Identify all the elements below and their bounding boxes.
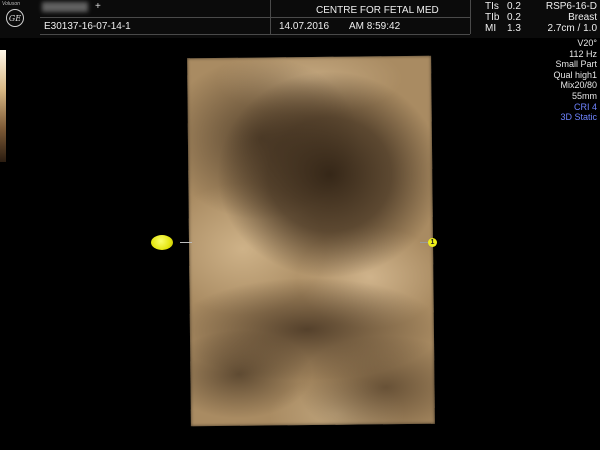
patient-name-redacted	[42, 2, 88, 12]
header-bar: Voluson GE + E30137-16-07-14-1 CENTRE FO…	[0, 0, 600, 38]
numbered-marker-icon[interactable]: 1	[428, 238, 437, 247]
institution-name: CENTRE FOR FETAL MED	[316, 5, 439, 16]
param-mode: 3D Static	[560, 112, 597, 123]
tib-label: TIb	[485, 12, 500, 23]
mi-label: MI	[485, 23, 497, 34]
exam-date: 14.07.2016	[279, 21, 330, 32]
header-separator	[470, 0, 471, 34]
header-divider-bottom	[40, 34, 470, 35]
param-quality: Qual high1	[553, 69, 597, 80]
header-separator	[270, 0, 271, 34]
mi-value: 1.3	[507, 23, 521, 34]
param-application: Small Part	[555, 59, 597, 70]
ge-logo-icon: GE	[6, 9, 24, 27]
probe-name: RSP6-16-D	[545, 1, 597, 12]
preset-name: Breast	[568, 12, 597, 23]
marker-leader-line	[420, 242, 428, 243]
param-frame-rate: 112 Hz	[569, 48, 597, 59]
param-cri: CRI 4	[573, 101, 597, 112]
param-depth: 55mm	[571, 90, 597, 101]
position-marker-icon[interactable]	[151, 235, 173, 250]
ultrasound-volume-render[interactable]	[187, 55, 435, 427]
acquisition-parameters: V20° 112 Hz Small Part Qual high1 Mix20/…	[517, 38, 597, 123]
header-divider	[40, 17, 470, 18]
brand-block: Voluson GE	[2, 1, 36, 35]
exam-time: AM 8:59:42	[349, 21, 401, 32]
patient-plus: +	[95, 1, 101, 12]
patient-id: E30137-16-07-14-1	[44, 21, 131, 32]
param-volume-angle: V20°	[577, 38, 597, 48]
brand-name: Voluson	[2, 1, 20, 7]
gray-scale-bar	[0, 50, 6, 162]
depth-zoom: 2.7cm / 1.0	[547, 23, 597, 34]
param-mix: Mix20/80	[560, 80, 597, 91]
tis-label: TIs	[485, 1, 499, 12]
marker-leader-line	[180, 242, 192, 243]
tib-value: 0.2	[507, 12, 521, 23]
tis-value: 0.2	[507, 1, 521, 12]
